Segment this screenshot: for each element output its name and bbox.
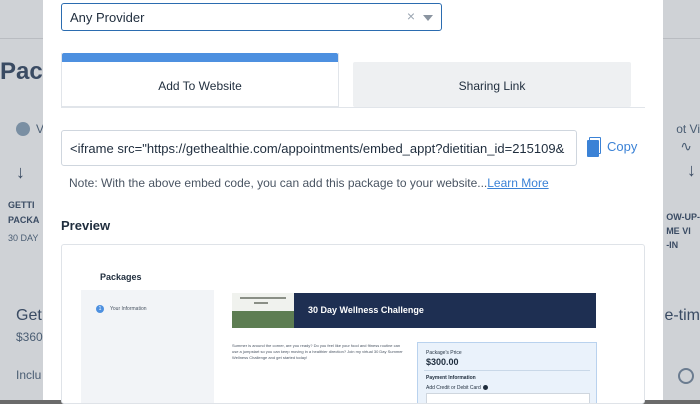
background-status-text-right: ot Vi bbox=[676, 122, 700, 136]
learn-more-link[interactable]: Learn More bbox=[487, 176, 548, 190]
background-card-price: $360 bbox=[16, 330, 43, 344]
background-card-heading-right: e-tim bbox=[664, 307, 700, 324]
preview-card-label: Add Credit or Debit Card bbox=[426, 385, 488, 391]
preview-price: $300.00 bbox=[426, 357, 459, 367]
embed-code-field[interactable]: <iframe src="https://gethealthie.com/app… bbox=[61, 130, 577, 166]
tab-add-to-website[interactable]: Add To Website bbox=[61, 53, 339, 107]
preview-title: Packages bbox=[100, 272, 142, 282]
clear-icon[interactable]: × bbox=[407, 8, 415, 24]
preview-frame: Packages 1 Your Information 30 Day Welln… bbox=[61, 244, 645, 404]
tab-divider bbox=[61, 107, 645, 108]
chevron-down-icon[interactable] bbox=[423, 15, 433, 21]
embed-note-text: Note: With the above embed code, you can… bbox=[69, 176, 488, 190]
preview-price-divider bbox=[424, 370, 590, 371]
preview-price-label: Package's Price bbox=[426, 350, 462, 356]
preview-description: Summer is around the corner, are you rea… bbox=[232, 343, 403, 360]
embed-package-modal: Any Provider × Add To Website Sharing Li… bbox=[43, 0, 663, 404]
preview-price-box: Package's Price $300.00 Payment Informat… bbox=[417, 342, 597, 403]
wave-icon: ∿ bbox=[680, 138, 692, 154]
preview-banner-image bbox=[232, 293, 294, 328]
background-card-duration: 30 DAY bbox=[8, 233, 39, 243]
embed-note: Note: With the above embed code, you can… bbox=[69, 176, 549, 190]
background-card-heading: Get bbox=[16, 307, 42, 324]
arrow-down-icon: ↓ bbox=[687, 160, 696, 180]
check-circle-icon bbox=[16, 122, 30, 136]
arrow-down-icon: ↓ bbox=[16, 162, 25, 182]
copy-icon bbox=[587, 137, 601, 157]
provider-select-value: Any Provider bbox=[70, 10, 145, 25]
copy-label: Copy bbox=[607, 139, 638, 154]
tab-sharing-link[interactable]: Sharing Link bbox=[353, 62, 631, 107]
tab-label: Sharing Link bbox=[458, 79, 526, 93]
embed-code-text: <iframe src="https://gethealthie.com/app… bbox=[70, 141, 565, 156]
preview-banner-title: 30 Day Wellness Challenge bbox=[308, 305, 424, 315]
preview-card-field bbox=[426, 393, 590, 403]
info-icon bbox=[482, 385, 488, 391]
preview-banner: 30 Day Wellness Challenge bbox=[294, 293, 596, 328]
preview-step-label: Your Information bbox=[110, 306, 147, 312]
preview-payment-heading: Payment Information bbox=[426, 375, 476, 381]
provider-select[interactable]: Any Provider × bbox=[61, 3, 442, 31]
active-tab-indicator bbox=[62, 53, 338, 62]
tab-label: Add To Website bbox=[158, 79, 242, 93]
background-card-include: Inclu bbox=[16, 368, 42, 382]
circle-icon bbox=[678, 368, 694, 384]
background-card-title: GETTI PACKA bbox=[8, 200, 40, 225]
background-card-title-right: OW-UP- ME VI -IN bbox=[666, 212, 700, 250]
preview-step-number: 1 bbox=[96, 305, 104, 313]
preview-heading: Preview bbox=[61, 218, 111, 233]
